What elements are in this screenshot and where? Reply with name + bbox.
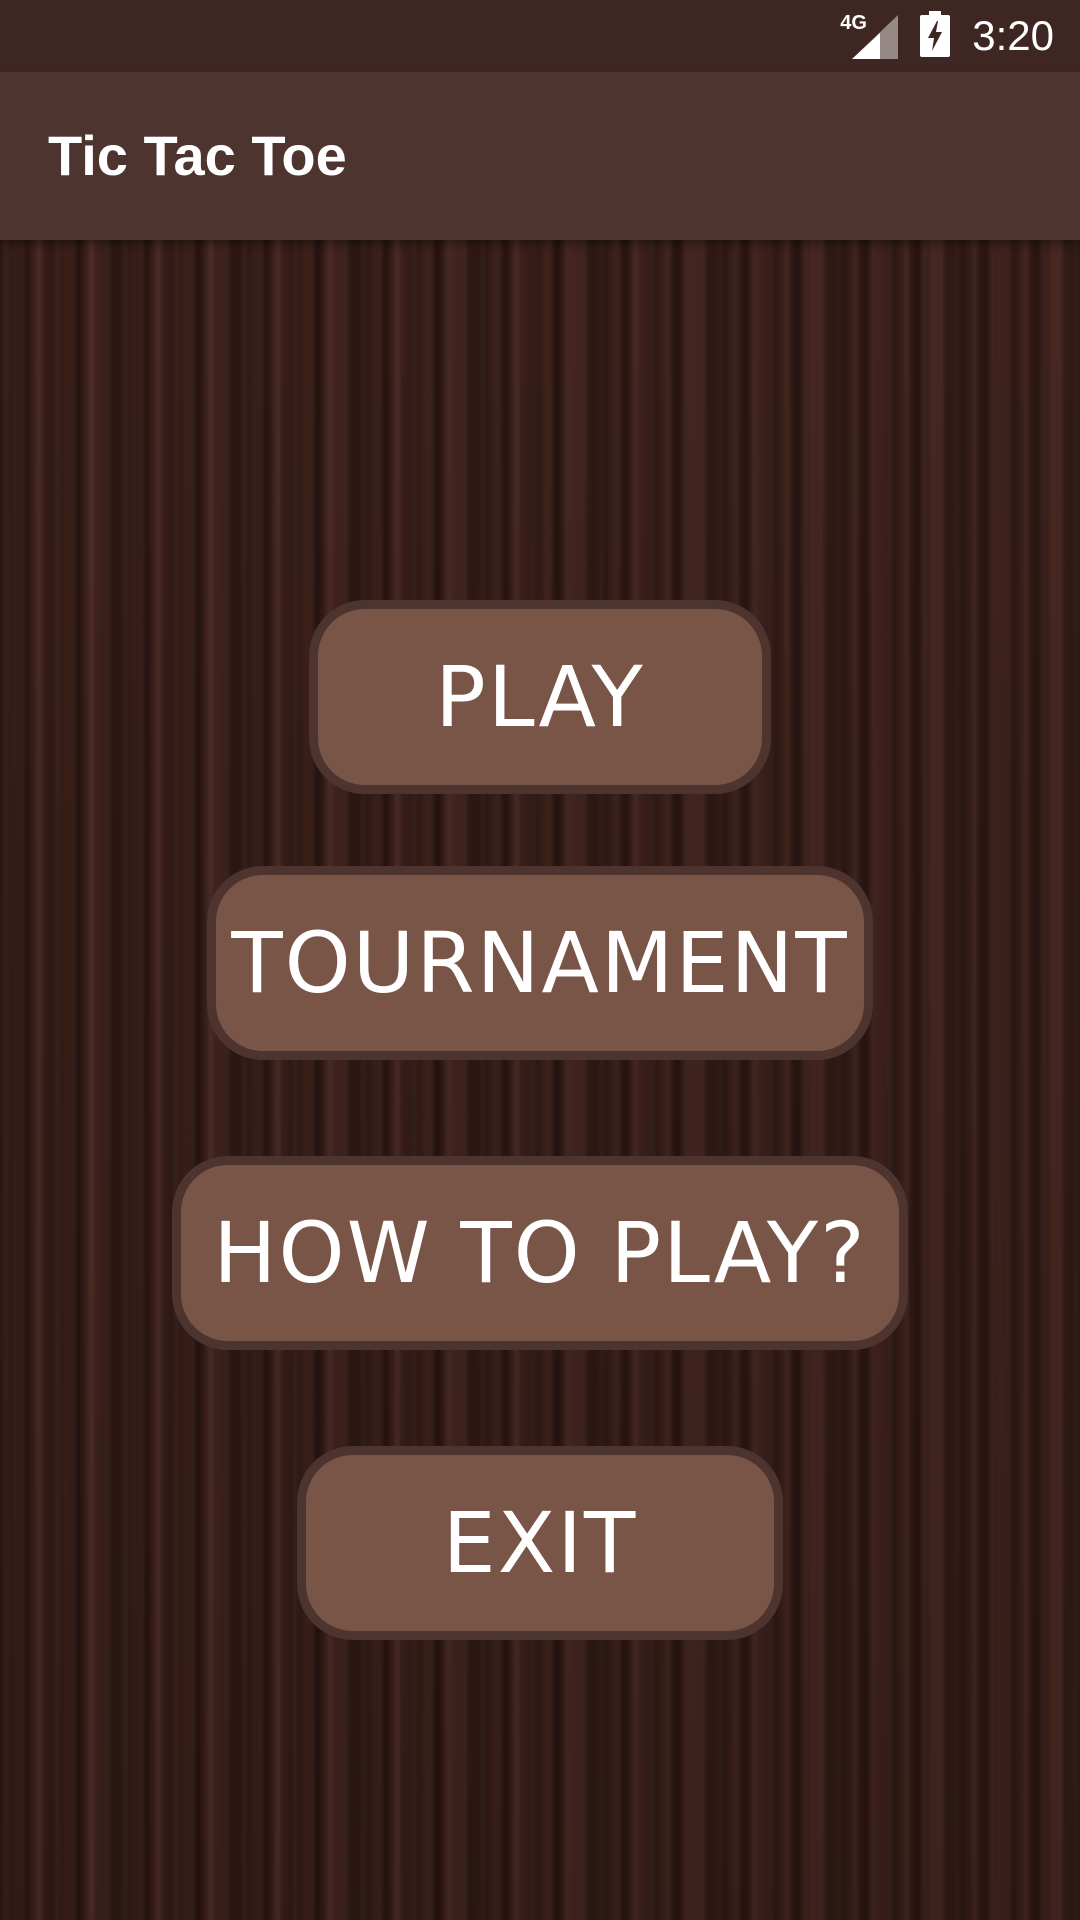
app-title: Tic Tac Toe — [48, 124, 347, 187]
signal-icon: 4G — [840, 13, 899, 59]
status-icons: 4G 3:20 — [840, 0, 1054, 72]
exit-button[interactable]: EXIT — [297, 1446, 783, 1640]
battery-charging-icon — [920, 11, 951, 61]
status-time: 3:20 — [972, 12, 1054, 59]
app-bar: Tic Tac Toe — [0, 72, 1080, 240]
status-bar: 4G 3:20 — [0, 0, 1080, 72]
play-button[interactable]: PLAY — [309, 600, 771, 794]
wood-background — [0, 240, 1080, 1920]
tournament-button[interactable]: TOURNAMENT — [207, 866, 873, 1060]
how-to-play-button[interactable]: HOW TO PLAY? — [172, 1156, 908, 1350]
